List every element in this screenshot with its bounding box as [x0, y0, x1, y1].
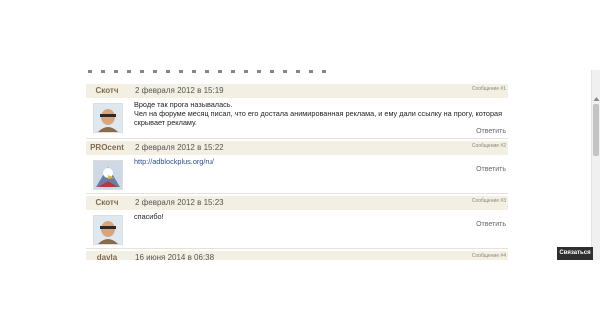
post-author[interactable]: Скотч [86, 196, 128, 210]
bottom-blank-area [0, 260, 600, 330]
scroll-up-icon[interactable] [592, 95, 600, 103]
message-number[interactable]: Сообщение #4 [472, 253, 506, 259]
message-number[interactable]: Сообщение #2 [472, 143, 506, 149]
post-divider [86, 193, 508, 194]
post-date: 16 июня 2014 в 06:38 [135, 253, 215, 260]
post-date: 2 февраля 2012 в 15:23 [135, 198, 224, 207]
post-divider [86, 248, 508, 249]
contact-button[interactable]: Связаться [557, 247, 593, 260]
reply-link[interactable]: Ответить [476, 221, 506, 228]
post-header: Скотч 2 февраля 2012 в 15:23 Сообщение #… [86, 196, 508, 210]
post-header: Скотч 2 февраля 2012 в 15:19 Сообщение #… [86, 84, 508, 98]
message-number[interactable]: Сообщение #3 [472, 198, 506, 204]
post-text: спасибо! [134, 212, 164, 221]
post-date: 2 февраля 2012 в 15:19 [135, 86, 224, 95]
post-author[interactable]: PROcent [86, 141, 128, 155]
clipped-previous-text [88, 70, 328, 73]
post-text-line: Вроде так прога называлась. [134, 100, 233, 109]
post-link[interactable]: http://adblockplus.org/ru/ [134, 157, 214, 166]
reply-link[interactable]: Ответить [476, 128, 506, 135]
avatar [93, 103, 123, 133]
post-text: http://adblockplus.org/ru/ [134, 157, 214, 166]
post-divider [86, 138, 508, 139]
reply-link[interactable]: Ответить [476, 166, 506, 173]
post-author[interactable]: Скотч [86, 84, 128, 98]
forum-post: davla 16 июня 2014 в 06:38 Сообщение #4 [86, 251, 508, 260]
forum-post: PROcent 2 февраля 2012 в 15:22 Сообщение… [86, 141, 508, 195]
post-body: спасибо! Ответить [86, 210, 508, 250]
post-body: Вроде так прога называлась. Чел на форум… [86, 98, 508, 138]
post-body: http://adblockplus.org/ru/ Ответить [86, 155, 508, 195]
forum-thread: Скотч 2 февраля 2012 в 15:19 Сообщение #… [0, 70, 600, 260]
avatar [93, 160, 123, 190]
avatar [93, 215, 123, 245]
post-text-line: Чел на форуме месяц писал, что его доста… [134, 109, 503, 119]
post-author[interactable]: davla [86, 251, 128, 260]
post-text: Вроде так прога называлась. Чел на форум… [134, 100, 502, 128]
forum-post: Скотч 2 февраля 2012 в 15:23 Сообщение #… [86, 196, 508, 250]
forum-post: Скотч 2 февраля 2012 в 15:19 Сообщение #… [86, 84, 508, 138]
post-text-line: скрывает рекламу. [134, 118, 197, 128]
top-blank-area [0, 0, 600, 70]
post-date: 2 февраля 2012 в 15:22 [135, 143, 224, 152]
post-header: PROcent 2 февраля 2012 в 15:22 Сообщение… [86, 141, 508, 155]
post-header: davla 16 июня 2014 в 06:38 Сообщение #4 [86, 251, 508, 260]
page-scrollbar[interactable] [591, 70, 600, 260]
scrollbar-thumb[interactable] [593, 104, 599, 156]
message-number[interactable]: Сообщение #1 [472, 86, 506, 92]
